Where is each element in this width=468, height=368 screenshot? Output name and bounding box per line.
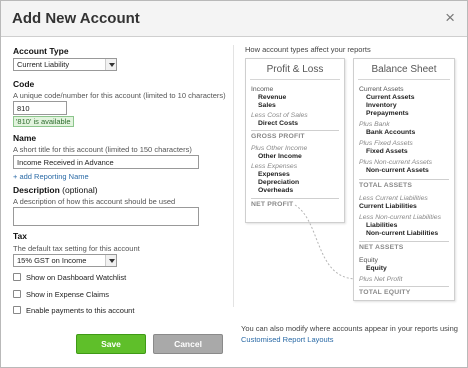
bs-line: TOTAL ASSETS	[359, 182, 413, 189]
pl-line: Direct Costs	[258, 120, 299, 127]
footnote: You can also modify where accounts appea…	[241, 323, 461, 345]
card-title-divider	[358, 79, 450, 80]
profit-loss-card: Profit & Loss Income Revenue Sales Less …	[245, 58, 345, 223]
dashboard-watchlist-label: Show on Dashboard Watchlist	[26, 273, 127, 282]
description-optional: (optional)	[62, 185, 98, 195]
bs-line: Prepayments	[366, 110, 409, 117]
bs-rule	[359, 286, 449, 287]
pl-line: GROSS PROFIT	[251, 133, 305, 140]
code-hint: A unique code/number for this account (l…	[13, 91, 226, 100]
bs-line: Equity	[366, 265, 387, 272]
tax-label: Tax	[13, 231, 28, 241]
balance-sheet-title: Balance Sheet	[371, 64, 437, 75]
description-input[interactable]	[13, 207, 199, 226]
bs-line: Plus Net Profit	[359, 276, 403, 283]
dialog-title: Add New Account	[12, 10, 140, 27]
pl-line: Depreciation	[258, 179, 300, 186]
pl-line: Sales	[258, 102, 276, 109]
bs-line: Plus Non-current Assets	[359, 159, 433, 166]
bs-line: Fixed Assets	[366, 148, 408, 155]
account-type-value: Current Liability	[17, 60, 70, 69]
footnote-text: You can also modify where accounts appea…	[241, 324, 458, 333]
bs-rule	[359, 241, 449, 242]
pl-line: Other Income	[258, 153, 302, 160]
bs-line: Non-current Liabilities	[366, 230, 439, 237]
chevron-down-icon	[105, 255, 116, 266]
profit-loss-title: Profit & Loss	[266, 64, 324, 75]
code-label: Code	[13, 79, 35, 89]
pl-line: NET PROFIT	[251, 201, 294, 208]
bs-line: Bank Accounts	[366, 129, 416, 136]
account-type-label: Account Type	[13, 46, 69, 56]
dashboard-watchlist-checkbox[interactable]	[13, 273, 21, 281]
bs-line: NET ASSETS	[359, 244, 404, 251]
balance-sheet-card: Balance Sheet Current Assets Current Ass…	[353, 58, 455, 301]
bs-line: Non-current Assets	[366, 167, 429, 174]
add-account-dialog: Add New Account × Account Type Current L…	[0, 0, 468, 368]
pl-line: Revenue	[258, 94, 287, 101]
close-icon[interactable]: ×	[445, 8, 455, 28]
bs-line: Plus Bank	[359, 121, 390, 128]
pl-line: Overheads	[258, 187, 294, 194]
pl-line: Income	[251, 86, 274, 93]
description-hint: A description of how this account should…	[13, 197, 176, 206]
customised-report-layouts-link[interactable]: Customised Report Layouts	[241, 335, 334, 344]
code-available-badge: '810' is available	[13, 116, 74, 127]
name-input[interactable]: Income Received in Advance	[13, 155, 199, 169]
bs-line: Liabilities	[366, 222, 398, 229]
info-title: How account types affect your reports	[245, 45, 371, 54]
bs-line: Current Liabilities	[359, 203, 417, 210]
expense-claims-checkbox[interactable]	[13, 290, 21, 298]
account-type-select[interactable]: Current Liability	[13, 58, 117, 71]
enable-payments-label: Enable payments to this account	[26, 306, 135, 315]
bs-line: Inventory	[366, 102, 397, 109]
chevron-down-icon	[105, 59, 116, 70]
bs-line: Equity	[359, 257, 378, 264]
description-label: Description (optional)	[13, 185, 98, 195]
pl-rule	[251, 130, 339, 131]
description-label-text: Description	[13, 185, 60, 195]
section-divider	[233, 45, 234, 307]
pl-line: Less Expenses	[251, 163, 298, 170]
pl-line: Plus Other Income	[251, 145, 308, 152]
tax-select[interactable]: 15% GST on Income	[13, 254, 117, 267]
bs-line: TOTAL EQUITY	[359, 289, 411, 296]
pl-line: Less Cost of Sales	[251, 112, 308, 119]
bs-line: Current Assets	[359, 86, 404, 93]
card-title-divider	[250, 79, 340, 80]
enable-payments-checkbox[interactable]	[13, 306, 21, 314]
name-hint: A short title for this account (limited …	[13, 145, 192, 154]
pl-rule	[251, 198, 339, 199]
code-input[interactable]: 810	[13, 101, 67, 115]
bs-rule	[359, 179, 449, 180]
bs-line: Less Current Liabilities	[359, 195, 428, 202]
save-button[interactable]: Save	[76, 334, 146, 354]
tax-value: 15% GST on Income	[17, 256, 87, 265]
tax-hint: The default tax setting for this account	[13, 244, 140, 253]
bs-line: Current Assets	[366, 94, 415, 101]
cancel-button[interactable]: Cancel	[153, 334, 223, 354]
bs-line: Plus Fixed Assets	[359, 140, 413, 147]
add-reporting-name-link[interactable]: + add Reporting Name	[13, 172, 89, 181]
net-profit-connector	[294, 204, 356, 280]
expense-claims-label: Show in Expense Claims	[26, 290, 109, 299]
dialog-header: Add New Account ×	[1, 1, 467, 37]
bs-line: Less Non-current Liabilities	[359, 214, 441, 221]
name-label: Name	[13, 133, 37, 143]
pl-line: Expenses	[258, 171, 290, 178]
